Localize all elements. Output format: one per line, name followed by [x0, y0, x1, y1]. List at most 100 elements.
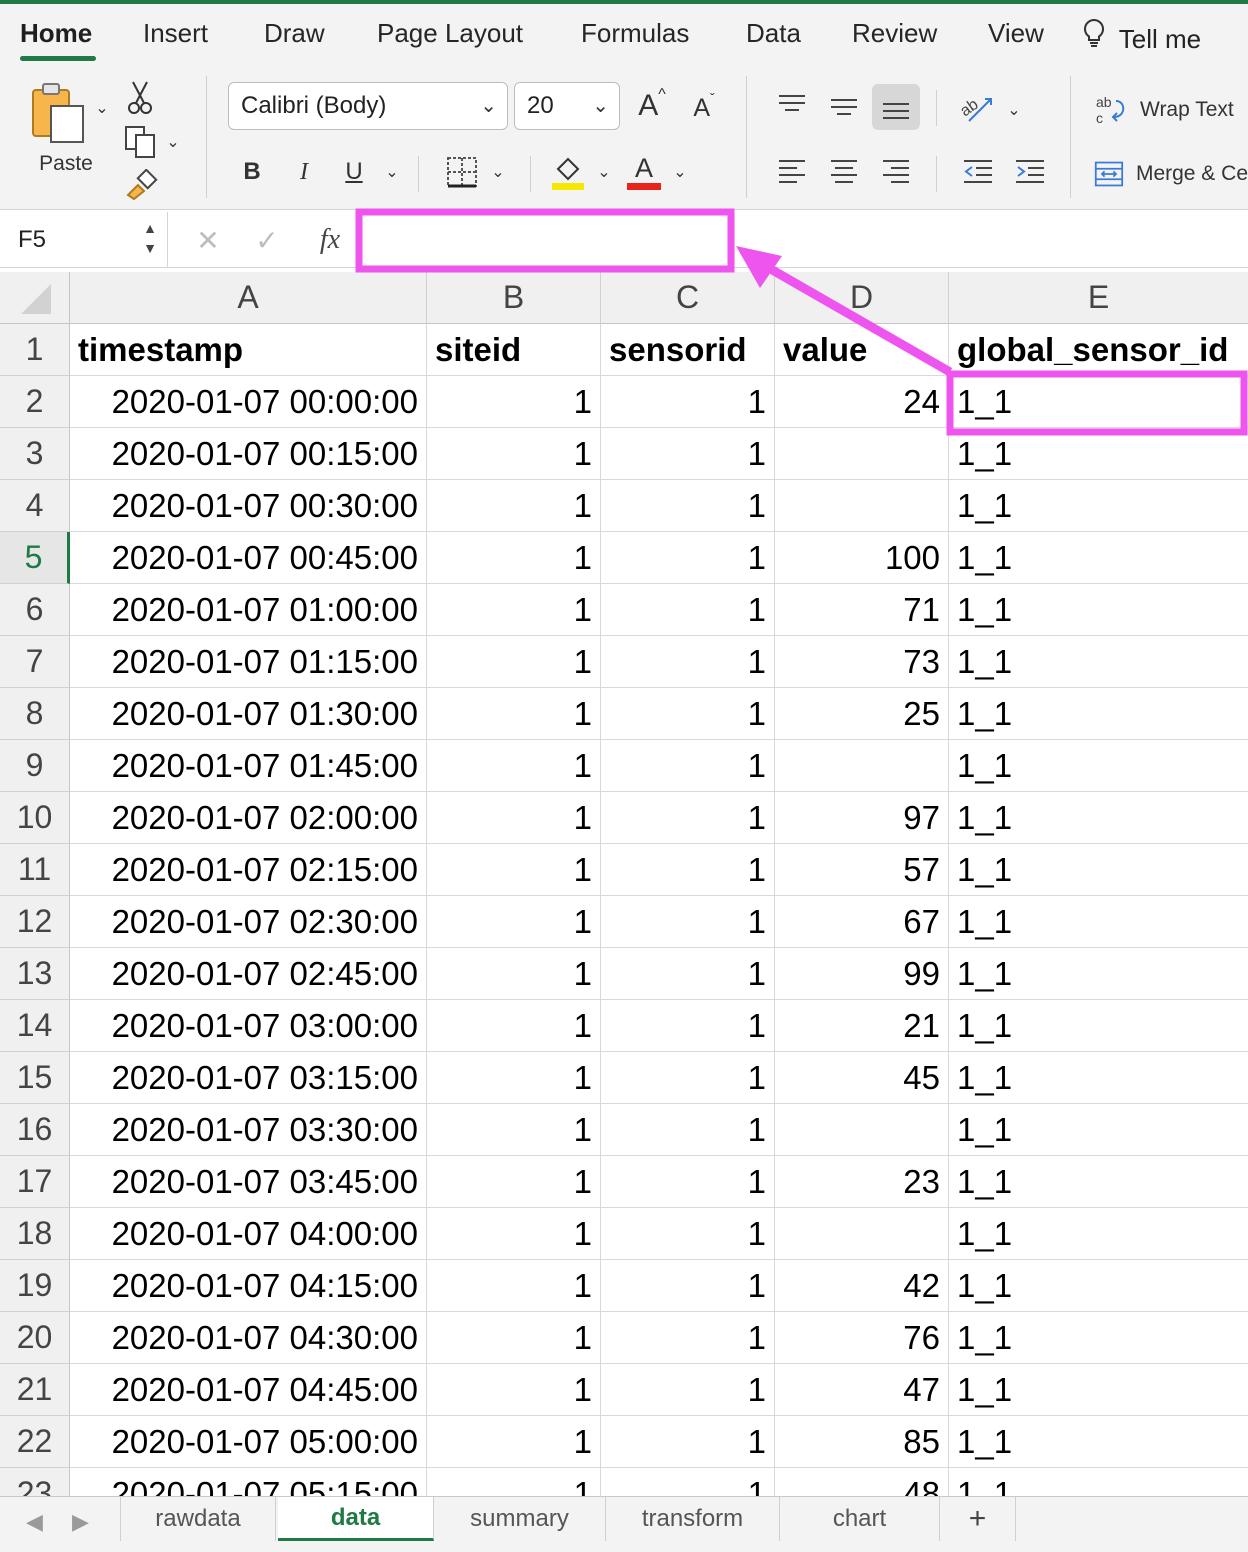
select-all-corner[interactable]: [0, 272, 70, 324]
tab-page-layout[interactable]: Page Layout: [377, 18, 523, 49]
cell-siteid[interactable]: 1: [427, 1364, 601, 1416]
cell-sensorid[interactable]: 1: [601, 1468, 775, 1496]
column-header-b[interactable]: B: [427, 272, 601, 324]
cell-timestamp[interactable]: 2020-01-07 04:30:00: [70, 1312, 427, 1364]
cell-global-sensor-id[interactable]: 1_1: [949, 1000, 1248, 1052]
header-cell-siteid[interactable]: siteid: [427, 324, 601, 376]
underline-dropdown-chevron-icon[interactable]: ⌄: [382, 162, 402, 182]
cell-timestamp[interactable]: 2020-01-07 02:00:00: [70, 792, 427, 844]
cell-sensorid[interactable]: 1: [601, 428, 775, 480]
italic-button[interactable]: I: [288, 152, 320, 192]
cell-sensorid[interactable]: 1: [601, 532, 775, 584]
add-sheet-button[interactable]: +: [940, 1497, 1016, 1541]
cell-siteid[interactable]: 1: [427, 376, 601, 428]
cell-value[interactable]: 100: [775, 532, 949, 584]
cell-timestamp[interactable]: 2020-01-07 01:45:00: [70, 740, 427, 792]
borders-dropdown-chevron-icon[interactable]: ⌄: [488, 162, 508, 182]
cell-global-sensor-id[interactable]: 1_1: [949, 376, 1248, 428]
cell-timestamp[interactable]: 2020-01-07 05:15:00: [70, 1468, 427, 1496]
cell-siteid[interactable]: 1: [427, 532, 601, 584]
tab-draw[interactable]: Draw: [264, 18, 325, 49]
cell-value[interactable]: 99: [775, 948, 949, 1000]
cell-siteid[interactable]: 1: [427, 896, 601, 948]
column-header-d[interactable]: D: [775, 272, 949, 324]
cell-timestamp[interactable]: 2020-01-07 01:15:00: [70, 636, 427, 688]
cell-global-sensor-id[interactable]: 1_1: [949, 844, 1248, 896]
cell-global-sensor-id[interactable]: 1_1: [949, 532, 1248, 584]
row-header-18[interactable]: 18: [0, 1208, 70, 1260]
font-color-dropdown-chevron-icon[interactable]: ⌄: [670, 162, 690, 182]
cell-siteid[interactable]: 1: [427, 1260, 601, 1312]
row-header-21[interactable]: 21: [0, 1364, 70, 1416]
row-header-11[interactable]: 11: [0, 844, 70, 896]
cell-value[interactable]: 23: [775, 1156, 949, 1208]
row-header-3[interactable]: 3: [0, 428, 70, 480]
cell-sensorid[interactable]: 1: [601, 480, 775, 532]
cell-value[interactable]: 73: [775, 636, 949, 688]
underline-button[interactable]: U: [338, 152, 370, 192]
cell-siteid[interactable]: 1: [427, 636, 601, 688]
cell-siteid[interactable]: 1: [427, 948, 601, 1000]
sheet-tab-summary[interactable]: summary: [434, 1497, 606, 1541]
cell-value[interactable]: 85: [775, 1416, 949, 1468]
font-color-button[interactable]: A: [626, 150, 662, 192]
confirm-check-icon[interactable]: ✓: [250, 224, 284, 256]
cell-sensorid[interactable]: 1: [601, 1312, 775, 1364]
row-header-17[interactable]: 17: [0, 1156, 70, 1208]
header-cell-timestamp[interactable]: timestamp: [70, 324, 427, 376]
cell-siteid[interactable]: 1: [427, 1000, 601, 1052]
cancel-x-icon[interactable]: ✕: [192, 224, 224, 256]
name-box-stepper-icon[interactable]: ▲ ▼: [143, 218, 157, 258]
scroll-tabs-left-icon[interactable]: ◀: [26, 1509, 43, 1535]
cell-sensorid[interactable]: 1: [601, 896, 775, 948]
cell-global-sensor-id[interactable]: 1_1: [949, 1468, 1248, 1497]
cell-siteid[interactable]: 1: [427, 1052, 601, 1104]
cell-value[interactable]: 71: [775, 584, 949, 636]
format-painter-icon[interactable]: [122, 168, 160, 202]
row-header-6[interactable]: 6: [0, 584, 70, 636]
column-header-e[interactable]: E: [949, 272, 1248, 324]
tab-data[interactable]: Data: [746, 18, 801, 49]
cell-siteid[interactable]: 1: [427, 1312, 601, 1364]
cell-sensorid[interactable]: 1: [601, 636, 775, 688]
sheet-tab-chart[interactable]: chart: [780, 1497, 940, 1541]
cell-value[interactable]: 25: [775, 688, 949, 740]
header-cell-value[interactable]: value: [775, 324, 949, 376]
bold-button[interactable]: B: [236, 152, 268, 192]
scroll-tabs-right-icon[interactable]: ▶: [72, 1509, 89, 1535]
align-bottom-icon[interactable]: [872, 84, 920, 130]
cell-siteid[interactable]: 1: [427, 688, 601, 740]
cell-global-sensor-id[interactable]: 1_1: [949, 480, 1248, 532]
column-header-a[interactable]: A: [70, 272, 427, 324]
name-box[interactable]: F5 ▲ ▼: [0, 212, 168, 268]
tab-review[interactable]: Review: [852, 18, 937, 49]
cell-sensorid[interactable]: 1: [601, 1052, 775, 1104]
cell-global-sensor-id[interactable]: 1_1: [949, 584, 1248, 636]
cell-global-sensor-id[interactable]: 1_1: [949, 1208, 1248, 1260]
cell-sensorid[interactable]: 1: [601, 584, 775, 636]
merge-center-button[interactable]: Merge & Ce: [1094, 154, 1248, 194]
cell-timestamp[interactable]: 2020-01-07 01:30:00: [70, 688, 427, 740]
row-header-19[interactable]: 19: [0, 1260, 70, 1312]
cell-value[interactable]: 45: [775, 1052, 949, 1104]
align-middle-icon[interactable]: [824, 88, 864, 124]
increase-indent-icon[interactable]: [1010, 154, 1050, 190]
cell-timestamp[interactable]: 2020-01-07 03:45:00: [70, 1156, 427, 1208]
row-header-14[interactable]: 14: [0, 1000, 70, 1052]
cell-sensorid[interactable]: 1: [601, 1364, 775, 1416]
cell-value[interactable]: 24: [775, 376, 949, 428]
cell-global-sensor-id[interactable]: 1_1: [949, 1260, 1248, 1312]
cell-sensorid[interactable]: 1: [601, 688, 775, 740]
sheet-tab-transform[interactable]: transform: [606, 1497, 780, 1541]
tab-home[interactable]: Home: [20, 18, 92, 49]
cell-sensorid[interactable]: 1: [601, 376, 775, 428]
row-header-16[interactable]: 16: [0, 1104, 70, 1156]
cell-sensorid[interactable]: 1: [601, 1416, 775, 1468]
cell-global-sensor-id[interactable]: 1_1: [949, 428, 1248, 480]
cell-global-sensor-id[interactable]: 1_1: [949, 1416, 1248, 1468]
align-right-icon[interactable]: [876, 154, 916, 190]
row-header-20[interactable]: 20: [0, 1312, 70, 1364]
tab-view[interactable]: View: [988, 18, 1044, 49]
paste-dropdown-chevron-icon[interactable]: ⌄: [94, 98, 110, 118]
tab-insert[interactable]: Insert: [143, 18, 208, 49]
